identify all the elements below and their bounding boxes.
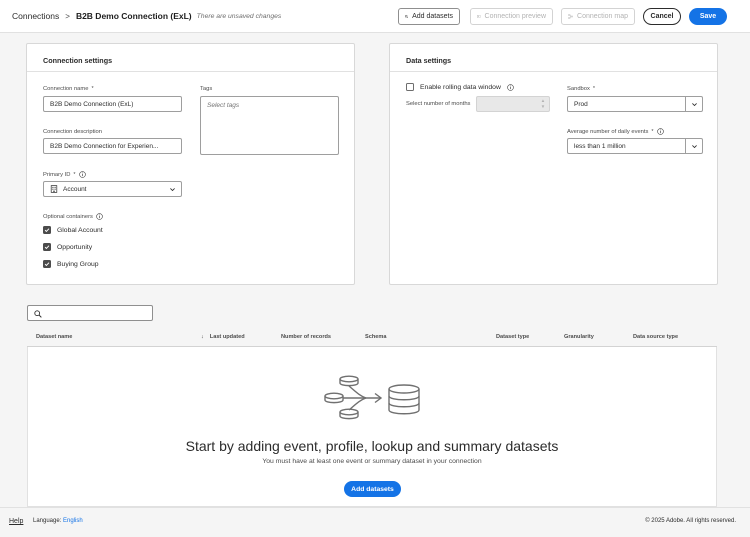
footer: Help Language: English © 2025 Adobe. All…	[0, 507, 750, 537]
sandbox-value: Prod	[574, 100, 588, 108]
unsaved-changes-note: There are unsaved changes	[196, 12, 282, 20]
info-icon[interactable]	[96, 213, 103, 220]
optional-containers-label-text: Optional containers	[43, 213, 93, 220]
cancel-button[interactable]: Cancel	[643, 8, 681, 25]
dataset-search-input[interactable]	[27, 305, 153, 321]
checkmark-icon	[44, 228, 50, 233]
required-marker: *	[73, 171, 76, 178]
copyright-text: © 2025 Adobe. All rights reserved.	[645, 518, 736, 524]
rolling-data-window-label: Enable rolling data window	[420, 83, 501, 91]
add-datasets-button[interactable]: Add datasets	[344, 481, 401, 497]
primary-id-dropdown[interactable]: Account	[43, 181, 182, 197]
language-label: Language:	[33, 518, 62, 524]
connection-map-label: Connection map	[577, 13, 628, 20]
panel-divider	[27, 71, 354, 72]
months-number-input[interactable]: ▲ ▼	[476, 96, 550, 112]
chevron-down-icon	[170, 188, 175, 192]
save-button[interactable]: Save	[689, 8, 727, 25]
building-icon	[50, 185, 58, 193]
sandbox-label: Sandbox *	[567, 86, 595, 92]
sandbox-picker[interactable]: Prod	[567, 96, 703, 112]
checkbox-unchecked[interactable]	[406, 83, 414, 91]
empty-state-subtitle: You must have at least one event or summ…	[262, 458, 482, 465]
primary-id-value: Account	[63, 185, 87, 193]
primary-id-label-text: Primary ID	[43, 171, 71, 178]
chevron-down-icon	[692, 102, 697, 106]
connection-name-label: Connection name *	[43, 86, 94, 92]
connection-preview-button[interactable]: Connection preview	[470, 8, 553, 25]
container-buying-group-checkbox[interactable]: Buying Group	[43, 260, 99, 268]
container-label: Global Account	[57, 226, 103, 234]
daily-events-picker[interactable]: less than 1 million	[567, 138, 703, 154]
preview-icon	[477, 15, 481, 18]
data-settings-panel: Data settings Enable rolling data window…	[389, 43, 718, 285]
daily-events-label-text: Average number of daily events	[567, 128, 649, 135]
add-dataset-icon	[405, 15, 408, 18]
container-label: Buying Group	[57, 260, 99, 268]
column-header-granularity[interactable]: Granularity	[564, 334, 594, 340]
info-icon[interactable]	[78, 171, 86, 178]
breadcrumb: Connections > B2B Demo Connection (ExL) …	[12, 11, 281, 21]
connection-preview-label: Connection preview	[484, 13, 546, 20]
empty-state-title: Start by adding event, profile, lookup a…	[185, 438, 559, 454]
info-icon[interactable]	[507, 83, 514, 91]
column-header-dataset-type[interactable]: Dataset type	[496, 334, 529, 340]
add-datasets-header-label: Add datasets	[412, 13, 453, 20]
connection-map-icon	[568, 14, 573, 19]
months-label: Select number of months	[406, 101, 471, 107]
column-header-dataset-name[interactable]: Dataset name	[36, 334, 72, 340]
help-link[interactable]: Help	[9, 518, 23, 525]
page-title: B2B Demo Connection (ExL)	[75, 11, 192, 21]
sandbox-label-text: Sandbox	[567, 86, 590, 92]
datasets-illustration-icon	[324, 375, 420, 420]
language-link[interactable]: English	[63, 518, 83, 524]
stepper-down-icon[interactable]: ▼	[540, 104, 546, 110]
checkbox-checked[interactable]	[43, 260, 51, 268]
checkmark-icon	[44, 262, 50, 267]
connection-description-input[interactable]: B2B Demo Connection for Experien...	[43, 138, 182, 154]
tags-label: Tags	[200, 86, 213, 92]
column-header-schema[interactable]: Schema	[365, 334, 386, 340]
daily-events-label: Average number of daily events *	[567, 128, 664, 135]
app-header: Connections > B2B Demo Connection (ExL) …	[0, 0, 750, 33]
container-label: Opportunity	[57, 243, 93, 251]
sandbox-picker-button[interactable]	[685, 97, 702, 111]
connection-settings-panel: Connection settings Connection name * B2…	[26, 43, 355, 285]
search-icon	[34, 309, 42, 318]
container-opportunity-checkbox[interactable]: Opportunity	[43, 243, 92, 251]
info-icon[interactable]	[656, 128, 664, 135]
daily-events-value: less than 1 million	[574, 142, 626, 150]
daily-events-picker-button[interactable]	[685, 139, 702, 153]
connection-description-label: Connection description	[43, 129, 102, 135]
connection-map-button[interactable]: Connection map	[561, 8, 635, 25]
connection-settings-title: Connection settings	[43, 56, 113, 65]
checkbox-checked[interactable]	[43, 243, 51, 251]
required-marker: *	[651, 128, 654, 135]
checkmark-icon	[44, 245, 50, 250]
column-header-last-updated[interactable]: ↓ Last updated	[201, 334, 245, 340]
container-global-account-checkbox[interactable]: Global Account	[43, 226, 103, 234]
panel-divider	[390, 71, 717, 72]
connection-name-label-text: Connection name	[43, 86, 89, 92]
column-header-label: Last updated	[209, 334, 245, 340]
data-settings-title: Data settings	[406, 56, 452, 65]
chevron-down-icon	[692, 144, 697, 148]
primary-id-label: Primary ID *	[43, 171, 86, 178]
add-datasets-header-button[interactable]: Add datasets	[398, 8, 460, 25]
breadcrumb-connections-link[interactable]: Connections	[12, 11, 59, 21]
column-header-data-source-type[interactable]: Data source type	[633, 334, 678, 340]
tags-input[interactable]: Select tags	[200, 96, 339, 155]
months-stepper[interactable]: ▲ ▼	[540, 98, 546, 110]
breadcrumb-separator: >	[65, 11, 70, 21]
column-header-number-of-records[interactable]: Number of records	[281, 334, 331, 340]
required-marker: *	[592, 86, 596, 92]
checkbox-checked[interactable]	[43, 226, 51, 234]
language-selector: Language: English	[33, 518, 83, 524]
sort-arrow-icon: ↓	[201, 334, 204, 340]
rolling-data-window-checkbox[interactable]: Enable rolling data window	[406, 83, 514, 91]
required-marker: *	[91, 86, 94, 92]
optional-containers-label: Optional containers	[43, 213, 103, 220]
connection-name-input[interactable]: B2B Demo Connection (ExL)	[43, 96, 182, 112]
